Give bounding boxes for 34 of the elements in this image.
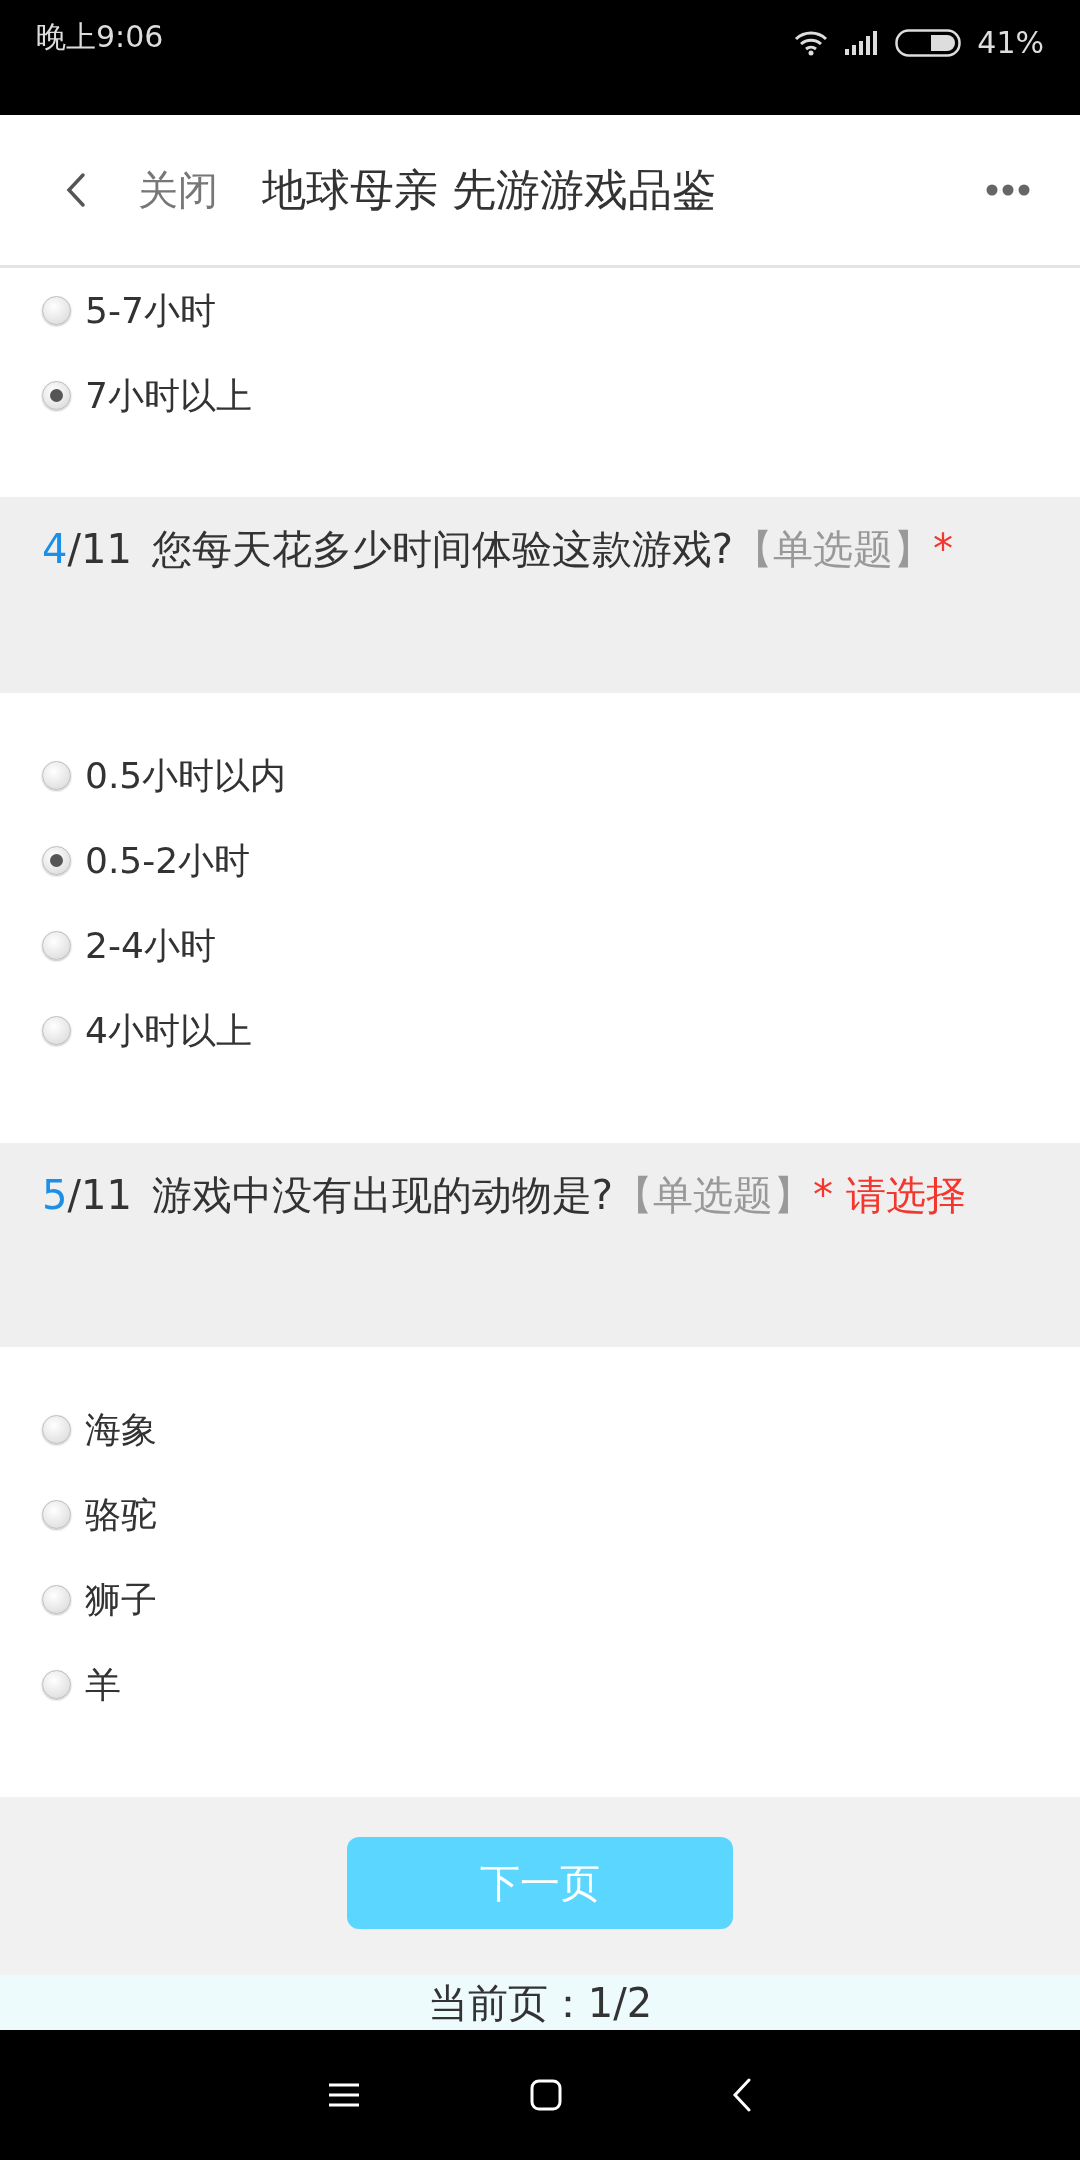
battery-percent: 41% xyxy=(977,24,1044,62)
question-title: 4/11 您每天花多少时间体验这款游戏?【单选题】* xyxy=(42,525,955,574)
option-label[interactable]: 2-4小时 xyxy=(85,918,216,973)
option-label[interactable]: 骆驼 xyxy=(85,1487,157,1542)
more-icon[interactable] xyxy=(986,184,1030,196)
option-label[interactable]: 5-7小时 xyxy=(85,283,216,338)
back-icon[interactable] xyxy=(66,172,86,208)
option-label[interactable]: 0.5-2小时 xyxy=(85,833,251,888)
radio-button[interactable] xyxy=(42,931,71,960)
question-title: 5/11 游戏中没有出现的动物是?【单选题】* 请选择 xyxy=(42,1171,967,1220)
status-time: 晚上9:06 xyxy=(36,18,164,56)
page-indicator: 当前页：1/2 xyxy=(427,1978,653,2028)
menu-icon[interactable] xyxy=(328,2082,360,2108)
radio-button[interactable] xyxy=(42,1415,71,1444)
option-label[interactable]: 0.5小时以内 xyxy=(85,748,287,803)
radio-button[interactable] xyxy=(42,846,71,875)
radio-button[interactable] xyxy=(42,296,71,325)
radio-button[interactable] xyxy=(42,1500,71,1529)
option-label[interactable]: 4小时以上 xyxy=(85,1003,252,1058)
option-label[interactable]: 羊 xyxy=(85,1657,121,1712)
radio-button[interactable] xyxy=(42,1670,71,1699)
page-title: 地球母亲 先游游戏品鉴 xyxy=(262,163,716,217)
radio-button[interactable] xyxy=(42,1016,71,1045)
option-label[interactable]: 狮子 xyxy=(85,1572,157,1627)
option-label[interactable]: 海象 xyxy=(85,1402,157,1457)
signal-icon xyxy=(845,30,880,55)
home-icon[interactable] xyxy=(530,2079,562,2111)
radio-button[interactable] xyxy=(42,761,71,790)
radio-button[interactable] xyxy=(42,381,71,410)
battery-icon xyxy=(895,28,962,57)
wifi-icon xyxy=(793,29,830,56)
close-link[interactable]: 关闭 xyxy=(138,160,218,220)
option-label[interactable]: 7小时以上 xyxy=(85,368,252,423)
radio-button[interactable] xyxy=(42,1585,71,1614)
